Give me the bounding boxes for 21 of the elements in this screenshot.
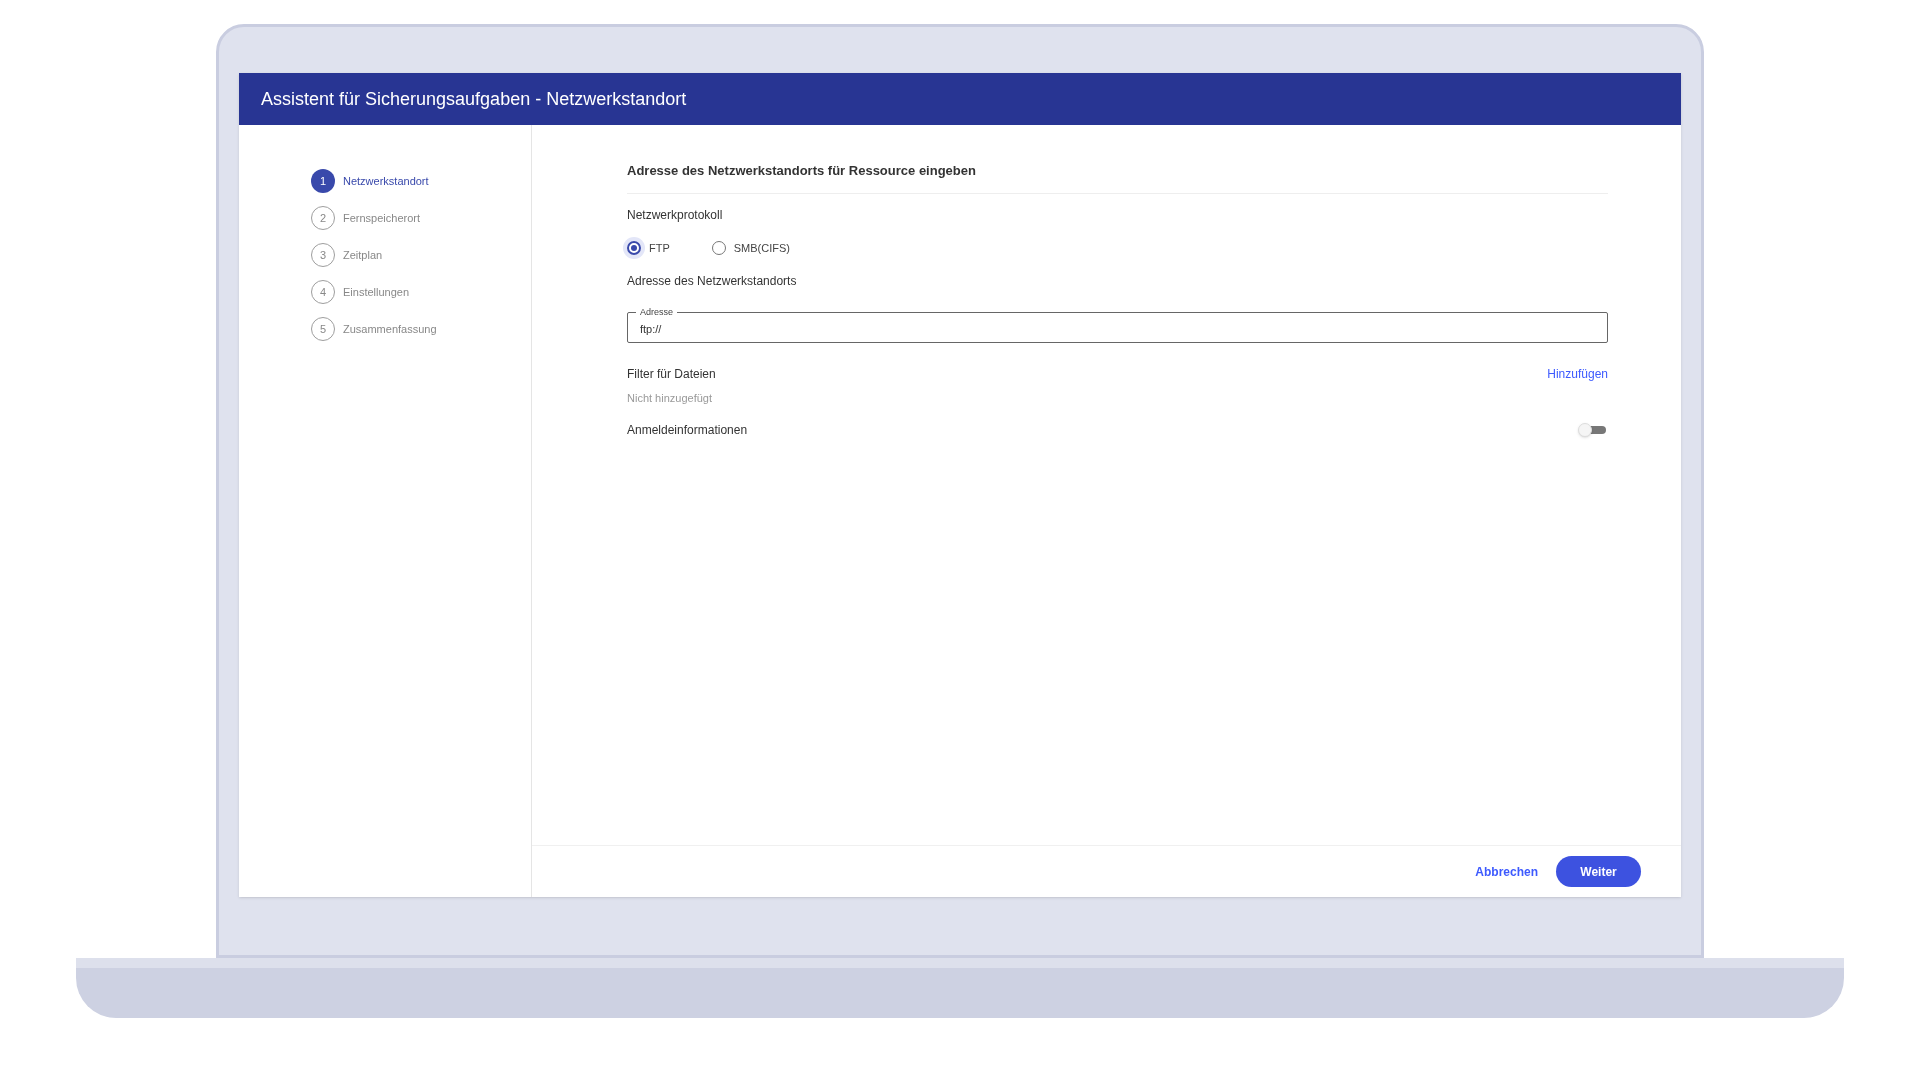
step-label[interactable]: Zeitplan: [343, 246, 383, 264]
field-value: ftp://: [640, 322, 662, 338]
step-label[interactable]: Netzwerkstandort: [343, 172, 429, 190]
protocol-label: Netzwerkprotokoll: [627, 206, 724, 224]
cancel-button[interactable]: Abbrechen: [1473, 862, 1540, 881]
filter-label: Filter für Dateien: [627, 366, 716, 383]
filter-status: Nicht hinzugefügt: [627, 391, 713, 406]
credentials-label: Anmeldeinformationen: [627, 421, 748, 439]
add-link[interactable]: Hinzufügen: [1547, 365, 1608, 383]
field-label: Adresse: [636, 306, 678, 318]
radio-option[interactable]: SMB(CIFS): [711, 239, 790, 256]
step-label[interactable]: Zusammenfassung: [343, 320, 437, 338]
next-button[interactable]: Weiter: [1556, 856, 1641, 887]
window-title: Assistent für Sicherungsaufgaben - Netzwerkstandort: [261, 87, 687, 111]
address-label: Adresse des Netzwerkstandorts: [627, 273, 798, 290]
credentials-toggle[interactable]: [1578, 422, 1608, 437]
step-number: 1: [311, 169, 335, 193]
radio-option[interactable]: FTP: [627, 239, 670, 256]
step-label[interactable]: Fernspeicherort: [343, 209, 421, 227]
step-label[interactable]: Einstellungen: [343, 283, 410, 301]
section-title: Adresse des Netzwerkstandorts für Ressource eingeben: [627, 161, 1608, 194]
